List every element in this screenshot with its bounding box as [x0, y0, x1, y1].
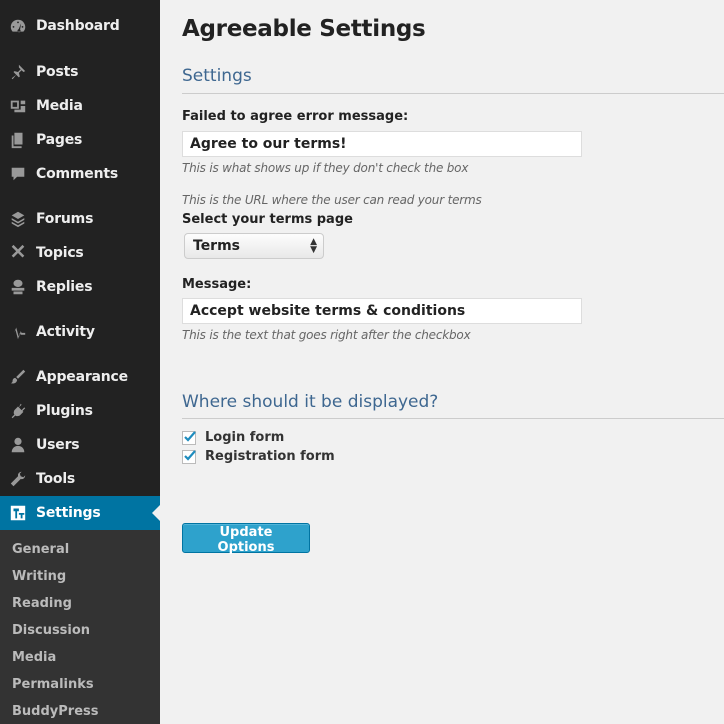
terms-page-selected-value: Terms: [193, 238, 241, 254]
sidebar-item-label: Comments: [36, 166, 118, 182]
error-message-label: Failed to agree error message:: [182, 109, 409, 124]
sidebar-item-label: Appearance: [36, 369, 128, 385]
message-input[interactable]: [182, 298, 582, 324]
replies-icon: [9, 278, 27, 296]
sidebar-item-appearance[interactable]: Appearance: [0, 360, 160, 394]
display-heading: Where should it be displayed?: [182, 392, 439, 412]
sidebar-item-activity[interactable]: Activity: [0, 315, 160, 349]
submenu-item-reading[interactable]: Reading: [12, 596, 72, 611]
select-arrows-icon: ▲ ▼: [310, 237, 317, 255]
submenu-item-media[interactable]: Media: [12, 650, 56, 665]
submenu-item-writing[interactable]: Writing: [12, 569, 66, 584]
update-options-button[interactable]: Update Options: [182, 523, 310, 555]
divider: [182, 418, 724, 419]
sidebar-item-forums[interactable]: Forums: [0, 202, 160, 236]
sidebar-item-dashboard[interactable]: Dashboard: [0, 9, 160, 43]
sidebar-item-settings[interactable]: Settings: [0, 496, 160, 530]
terms-page-select[interactable]: Terms ▲ ▼: [184, 233, 324, 259]
sidebar-item-topics[interactable]: Topics: [0, 236, 160, 270]
sidebar-item-media[interactable]: Media: [0, 89, 160, 123]
check-icon: [184, 449, 196, 461]
sidebar-item-label: Activity: [36, 324, 95, 340]
submenu-item-buddypress[interactable]: BuddyPress: [12, 704, 98, 719]
terms-url-description: This is the URL where the user can read …: [182, 193, 482, 207]
sidebar-item-label: Topics: [36, 245, 84, 261]
sidebar-item-tools[interactable]: Tools: [0, 462, 160, 496]
terms-page-label: Select your terms page: [182, 212, 353, 227]
active-indicator: [152, 505, 160, 521]
registration-form-label: Registration form: [205, 449, 335, 464]
error-message-description: This is what shows up if they don't chec…: [182, 161, 469, 175]
message-description: This is the text that goes right after t…: [182, 328, 471, 342]
login-form-option[interactable]: Login form: [182, 430, 284, 445]
sidebar-item-posts[interactable]: Posts: [0, 55, 160, 89]
brush-icon: [9, 368, 27, 386]
media-icon: [9, 97, 27, 115]
login-form-label: Login form: [205, 430, 285, 445]
sidebar-item-replies[interactable]: Replies: [0, 270, 160, 304]
sidebar-item-plugins[interactable]: Plugins: [0, 394, 160, 428]
sidebar-item-label: Settings: [36, 505, 101, 521]
activity-icon: [9, 323, 27, 341]
divider: [182, 93, 724, 94]
plug-icon: [9, 402, 27, 420]
sidebar-item-label: Posts: [36, 64, 79, 80]
topics-icon: [9, 244, 27, 262]
page-title: Agreeable Settings: [182, 16, 426, 42]
registration-form-option[interactable]: Registration form: [182, 449, 335, 464]
sidebar-item-label: Dashboard: [36, 18, 120, 34]
pages-icon: [9, 131, 27, 149]
sidebar-item-label: Users: [36, 437, 80, 453]
sidebar-item-comments[interactable]: Comments: [0, 157, 160, 191]
sidebar-item-label: Media: [36, 98, 83, 114]
sidebar-item-label: Forums: [36, 211, 94, 227]
pin-icon: [9, 63, 27, 81]
sidebar-item-users[interactable]: Users: [0, 428, 160, 462]
registration-form-checkbox[interactable]: [182, 449, 196, 464]
login-form-checkbox[interactable]: [182, 430, 196, 445]
wrench-icon: [9, 470, 27, 488]
sidebar-item-label: Replies: [36, 279, 93, 295]
dashboard-icon: [9, 17, 27, 35]
settings-icon: [9, 504, 27, 522]
error-message-input[interactable]: [182, 131, 582, 157]
settings-heading: Settings: [182, 66, 252, 86]
submenu-item-discussion[interactable]: Discussion: [12, 623, 90, 638]
submenu-item-permalinks[interactable]: Permalinks: [12, 677, 94, 692]
sidebar-item-pages[interactable]: Pages: [0, 123, 160, 157]
settings-submenu: General Writing Reading Discussion Media…: [0, 530, 160, 724]
message-label: Message:: [182, 277, 252, 292]
forums-icon: [9, 210, 27, 228]
sidebar-item-label: Tools: [36, 471, 76, 487]
user-icon: [9, 436, 27, 454]
check-icon: [184, 430, 196, 442]
comment-icon: [9, 165, 27, 183]
sidebar-item-label: Pages: [36, 132, 83, 148]
submenu-item-general[interactable]: General: [12, 542, 69, 557]
sidebar-item-label: Plugins: [36, 403, 93, 419]
admin-sidebar: Dashboard Posts Media Pages Comments For…: [0, 0, 160, 724]
